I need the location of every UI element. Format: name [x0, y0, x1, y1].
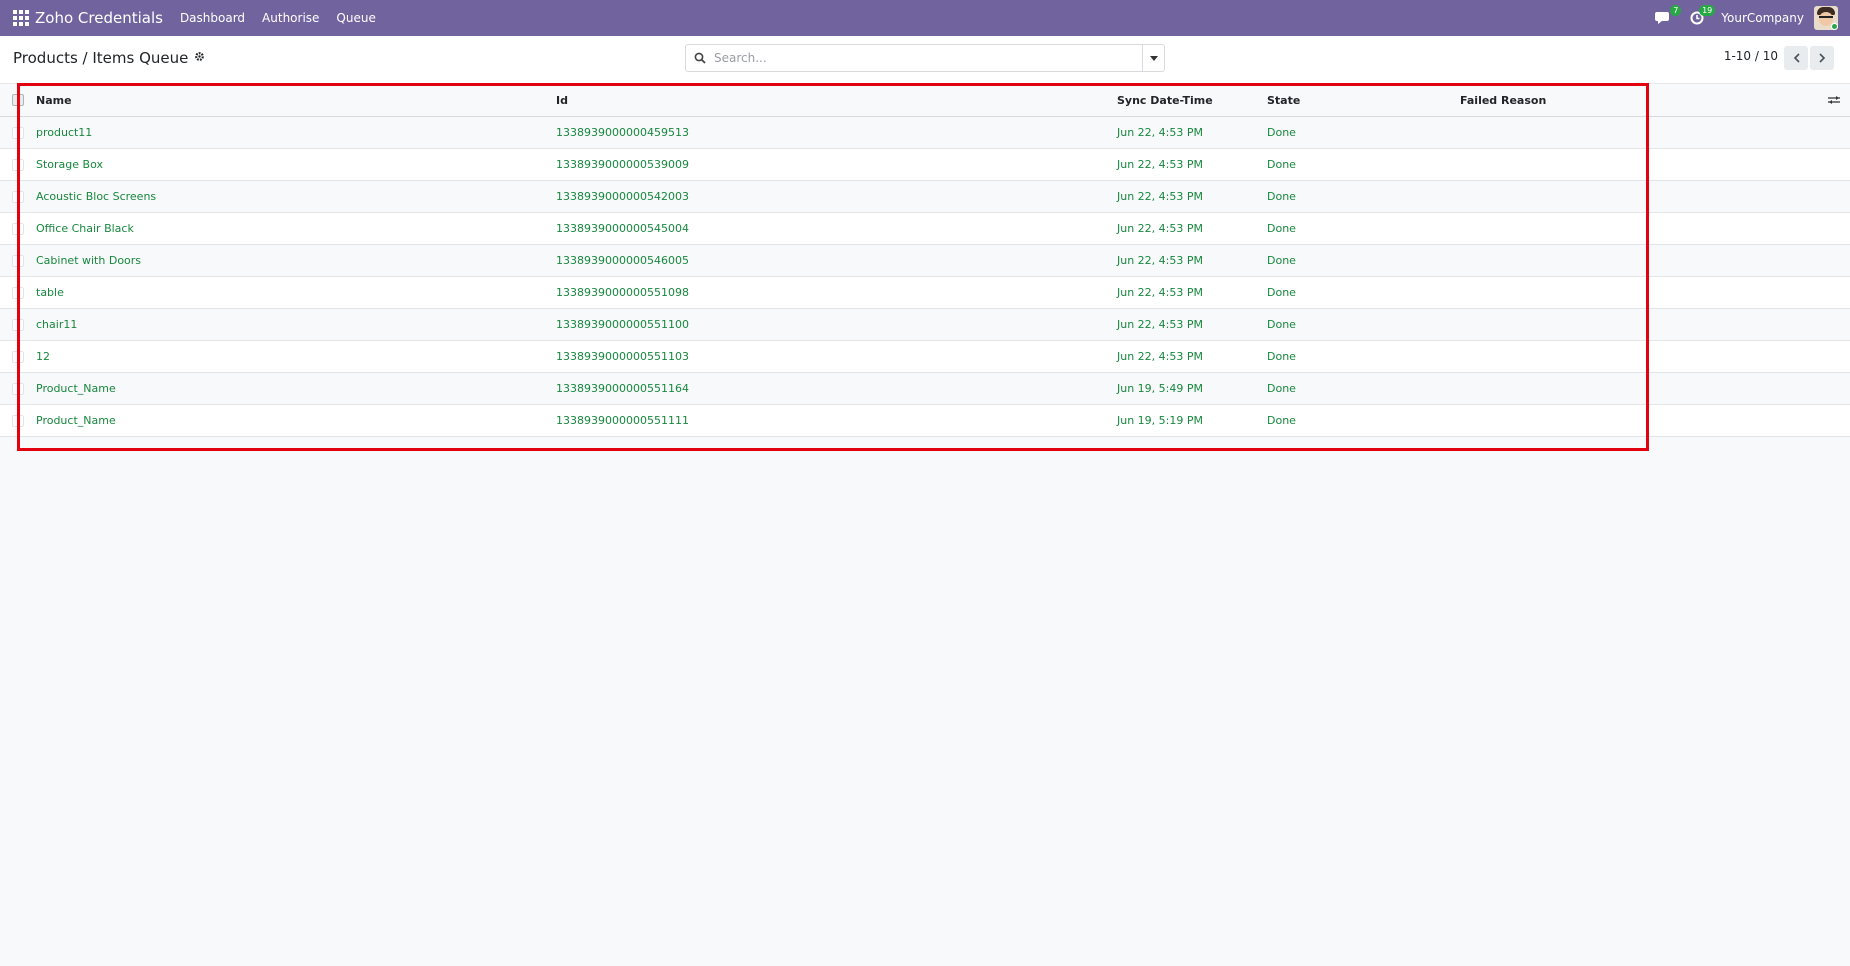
user-avatar[interactable] — [1814, 6, 1838, 30]
app-menu-icon[interactable] — [13, 10, 29, 26]
cell-sync-date-time: Jun 22, 4:53 PM — [1117, 190, 1203, 203]
activities-button[interactable]: 19 — [1687, 5, 1716, 28]
gear-icon[interactable] — [194, 51, 205, 65]
table-row[interactable]: Acoustic Bloc Screens 133893900000054200… — [0, 181, 1850, 213]
pager-value[interactable]: 1-10 / 10 — [1724, 49, 1778, 63]
activities-count-badge: 19 — [1699, 5, 1716, 16]
cell-state: Done — [1267, 190, 1296, 203]
cell-state: Done — [1267, 254, 1296, 267]
row-checkbox[interactable] — [12, 245, 26, 276]
table-row[interactable]: Product_Name 1338939000000551164 Jun 19,… — [0, 373, 1850, 405]
table-row[interactable]: Cabinet with Doors 1338939000000546005 J… — [0, 245, 1850, 277]
chevron-right-icon — [1818, 53, 1825, 63]
pager-previous-button[interactable] — [1784, 46, 1808, 70]
cell-state: Done — [1267, 318, 1296, 331]
table-row[interactable]: Office Chair Black 1338939000000545004 J… — [0, 213, 1850, 245]
search-icon — [686, 52, 714, 64]
caret-down-icon — [1149, 55, 1158, 61]
company-switcher[interactable]: YourCompany — [1721, 11, 1804, 25]
cell-name: chair11 — [36, 318, 78, 331]
app-title[interactable]: Zoho Credentials — [35, 9, 163, 27]
cell-name: product11 — [36, 126, 93, 139]
cell-sync-date-time: Jun 19, 5:19 PM — [1117, 414, 1203, 427]
cell-name: Acoustic Bloc Screens — [36, 190, 157, 203]
menu-queue[interactable]: Queue — [336, 11, 375, 25]
cell-id: 1338939000000551111 — [556, 414, 689, 427]
table-row[interactable]: table 1338939000000551098 Jun 22, 4:53 P… — [0, 277, 1850, 309]
optional-columns-toggle[interactable] — [1828, 84, 1840, 116]
row-checkbox[interactable] — [12, 309, 26, 340]
cell-state: Done — [1267, 126, 1296, 139]
cell-sync-date-time: Jun 22, 4:53 PM — [1117, 222, 1203, 235]
cell-id: 1338939000000459513 — [556, 126, 689, 139]
cell-sync-date-time: Jun 22, 4:53 PM — [1117, 126, 1203, 139]
select-all-checkbox[interactable] — [12, 84, 26, 116]
cell-sync-date-time: Jun 22, 4:53 PM — [1117, 254, 1203, 267]
cell-sync-date-time: Jun 19, 5:49 PM — [1117, 382, 1203, 395]
cell-state: Done — [1267, 350, 1296, 363]
row-checkbox[interactable] — [12, 149, 26, 180]
chevron-left-icon — [1793, 53, 1800, 63]
cell-name: Product_Name — [36, 382, 116, 395]
table-row[interactable]: product11 1338939000000459513 Jun 22, 4:… — [0, 117, 1850, 149]
cell-state: Done — [1267, 222, 1296, 235]
column-header-state[interactable]: State — [1267, 84, 1300, 116]
cell-sync-date-time: Jun 22, 4:53 PM — [1117, 158, 1203, 171]
cell-name: Office Chair Black — [36, 222, 134, 235]
queue-table: Name Id Sync Date-Time State Failed Reas… — [0, 84, 1850, 437]
chat-icon — [1655, 12, 1670, 24]
online-status-dot — [1831, 23, 1838, 30]
cell-state: Done — [1267, 286, 1296, 299]
table-row[interactable]: chair11 1338939000000551100 Jun 22, 4:53… — [0, 309, 1850, 341]
cell-id: 1338939000000551164 — [556, 382, 689, 395]
row-checkbox[interactable] — [12, 341, 26, 372]
row-checkbox[interactable] — [12, 277, 26, 308]
column-header-failed-reason[interactable]: Failed Reason — [1460, 84, 1546, 116]
cell-sync-date-time: Jun 22, 4:53 PM — [1117, 286, 1203, 299]
top-navbar: Zoho Credentials Dashboard Authorise Que… — [0, 0, 1850, 36]
cell-state: Done — [1267, 158, 1296, 171]
cell-id: 1338939000000551103 — [556, 350, 689, 363]
cell-id: 1338939000000539009 — [556, 158, 689, 171]
control-panel: Products / Items Queue 1-10 / 10 — [0, 36, 1850, 84]
cell-sync-date-time: Jun 22, 4:53 PM — [1117, 350, 1203, 363]
cell-name: table — [36, 286, 64, 299]
column-header-name[interactable]: Name — [36, 84, 72, 116]
cell-id: 1338939000000545004 — [556, 222, 689, 235]
table-header: Name Id Sync Date-Time State Failed Reas… — [0, 84, 1850, 117]
column-header-id[interactable]: Id — [556, 84, 568, 116]
cell-state: Done — [1267, 414, 1296, 427]
pager-next-button[interactable] — [1810, 46, 1834, 70]
row-checkbox[interactable] — [12, 117, 26, 148]
messages-count-badge: 7 — [1670, 5, 1682, 16]
row-checkbox[interactable] — [12, 213, 26, 244]
cell-id: 1338939000000551098 — [556, 286, 689, 299]
messages-button[interactable]: 7 — [1653, 5, 1682, 28]
cell-sync-date-time: Jun 22, 4:53 PM — [1117, 318, 1203, 331]
table-row[interactable]: Storage Box 1338939000000539009 Jun 22, … — [0, 149, 1850, 181]
cell-name: 12 — [36, 350, 50, 363]
cell-id: 1338939000000546005 — [556, 254, 689, 267]
sliders-icon — [1828, 96, 1840, 104]
cell-id: 1338939000000551100 — [556, 318, 689, 331]
table-row[interactable]: Product_Name 1338939000000551111 Jun 19,… — [0, 405, 1850, 437]
cell-name: Storage Box — [36, 158, 103, 171]
menu-authorise[interactable]: Authorise — [262, 11, 319, 25]
menu-dashboard[interactable]: Dashboard — [180, 11, 245, 25]
search-options-toggle[interactable] — [1142, 45, 1164, 71]
cell-id: 1338939000000542003 — [556, 190, 689, 203]
search-input[interactable] — [714, 51, 1142, 65]
row-checkbox[interactable] — [12, 405, 26, 436]
search-bar[interactable] — [685, 44, 1165, 72]
page-title: Products / Items Queue — [13, 49, 189, 67]
cell-state: Done — [1267, 382, 1296, 395]
breadcrumb: Products / Items Queue — [13, 49, 205, 67]
cell-name: Product_Name — [36, 414, 116, 427]
cell-name: Cabinet with Doors — [36, 254, 142, 267]
row-checkbox[interactable] — [12, 181, 26, 212]
table-row[interactable]: 12 1338939000000551103 Jun 22, 4:53 PM D… — [0, 341, 1850, 373]
row-checkbox[interactable] — [12, 373, 26, 404]
column-header-sync-date-time[interactable]: Sync Date-Time — [1117, 84, 1213, 116]
